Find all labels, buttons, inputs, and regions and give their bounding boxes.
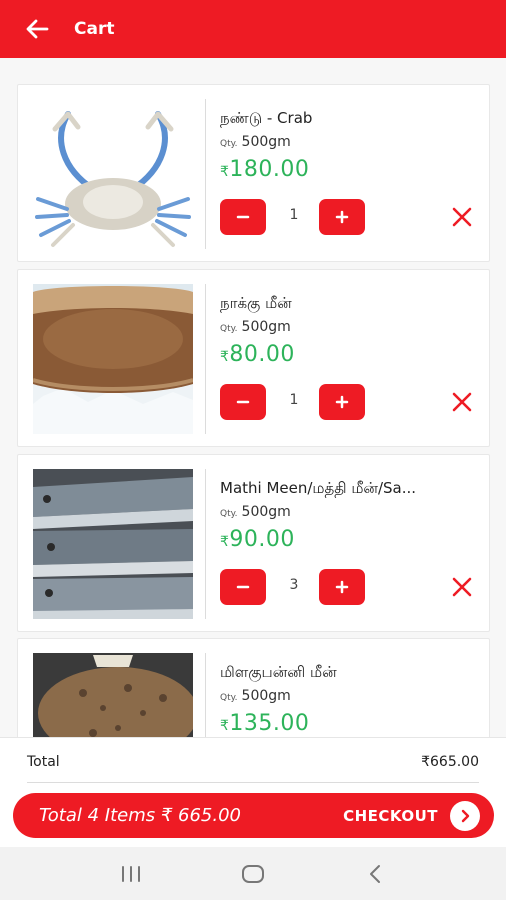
product-quantity: Qty. 500gm <box>220 504 291 520</box>
qty-value: 500gm <box>241 688 291 704</box>
decrease-quantity-button[interactable] <box>220 569 266 605</box>
increase-quantity-button[interactable] <box>319 384 365 420</box>
product-price: ₹135.00 <box>220 711 309 736</box>
qty-label: Qty. <box>220 693 238 703</box>
currency-symbol: ₹ <box>220 718 230 734</box>
total-value: ₹665.00 <box>421 754 479 770</box>
cart-list[interactable]: நண்டு - Crab Qty. 500gm ₹180.00 1 நாக்கு… <box>0 58 506 737</box>
price-value: 180.00 <box>229 157 310 182</box>
qty-value: 500gm <box>241 319 291 335</box>
remove-item-button[interactable] <box>446 201 478 233</box>
divider <box>205 284 206 434</box>
divider <box>205 653 206 737</box>
product-quantity: Qty. 500gm <box>220 688 291 704</box>
page-title: Cart <box>74 19 115 39</box>
qty-label: Qty. <box>220 324 238 334</box>
total-summary: Total ₹665.00 <box>0 737 506 787</box>
close-icon <box>452 392 472 412</box>
home-button[interactable] <box>228 854 278 894</box>
checkout-summary: Total 4 Items ₹ 665.00 <box>39 805 241 826</box>
product-image <box>33 469 193 619</box>
qty-label: Qty. <box>220 139 238 149</box>
quantity-count: 1 <box>289 207 299 223</box>
recent-apps-button[interactable] <box>106 854 156 894</box>
minus-icon <box>236 215 250 219</box>
price-value: 90.00 <box>229 527 295 552</box>
product-price: ₹90.00 <box>220 527 295 552</box>
product-image <box>33 653 193 737</box>
divider <box>205 469 206 619</box>
system-back-button[interactable] <box>350 854 400 894</box>
close-icon <box>452 577 472 597</box>
currency-symbol: ₹ <box>220 349 230 365</box>
checkout-button[interactable]: Total 4 Items ₹ 665.00 CHECKOUT <box>13 793 494 838</box>
currency-symbol: ₹ <box>220 534 230 550</box>
decrease-quantity-button[interactable] <box>220 384 266 420</box>
arrow-left-icon <box>26 19 49 39</box>
plus-icon <box>335 210 349 224</box>
qty-value: 500gm <box>241 134 291 150</box>
cart-item: Mathi Meen/மத்தி மீன்/Sa... Qty. 500gm ₹9… <box>17 454 490 632</box>
qty-value: 500gm <box>241 504 291 520</box>
home-icon <box>242 864 264 883</box>
product-image <box>33 99 193 249</box>
product-image <box>33 284 193 434</box>
remove-item-button[interactable] <box>446 571 478 603</box>
minus-icon <box>236 400 250 404</box>
recent-apps-icon <box>122 865 140 882</box>
divider <box>205 99 206 249</box>
remove-item-button[interactable] <box>446 386 478 418</box>
system-navigation-bar <box>0 847 506 900</box>
app-bar: Cart <box>0 0 506 58</box>
cart-item: நாக்கு மீன் Qty. 500gm ₹80.00 1 <box>17 269 490 447</box>
decrease-quantity-button[interactable] <box>220 199 266 235</box>
product-price: ₹180.00 <box>220 157 309 182</box>
quantity-count: 3 <box>289 577 299 593</box>
product-quantity: Qty. 500gm <box>220 134 291 150</box>
product-name: நண்டு - Crab <box>220 109 313 127</box>
product-name: நாக்கு மீன் <box>220 294 292 312</box>
chevron-right-icon <box>450 800 480 831</box>
increase-quantity-button[interactable] <box>319 569 365 605</box>
total-label: Total <box>27 754 60 770</box>
back-button[interactable] <box>12 0 62 58</box>
back-chevron-icon <box>370 864 380 883</box>
close-icon <box>452 207 472 227</box>
plus-icon <box>335 580 349 594</box>
cart-item: மிளகுபன்னி மீன் Qty. 500gm ₹135.00 <box>17 638 490 737</box>
plus-icon <box>335 395 349 409</box>
price-value: 135.00 <box>229 711 310 736</box>
price-value: 80.00 <box>229 342 295 367</box>
checkout-bar: Total 4 Items ₹ 665.00 CHECKOUT <box>0 787 506 847</box>
product-name: Mathi Meen/மத்தி மீன்/Sa... <box>220 479 417 497</box>
quantity-count: 1 <box>289 392 299 408</box>
cart-item: நண்டு - Crab Qty. 500gm ₹180.00 1 <box>17 84 490 262</box>
checkout-label: CHECKOUT <box>343 806 438 825</box>
divider <box>27 782 479 783</box>
currency-symbol: ₹ <box>220 164 230 180</box>
qty-label: Qty. <box>220 509 238 519</box>
product-quantity: Qty. 500gm <box>220 319 291 335</box>
minus-icon <box>236 585 250 589</box>
product-name: மிளகுபன்னி மீன் <box>220 663 337 681</box>
product-price: ₹80.00 <box>220 342 295 367</box>
increase-quantity-button[interactable] <box>319 199 365 235</box>
